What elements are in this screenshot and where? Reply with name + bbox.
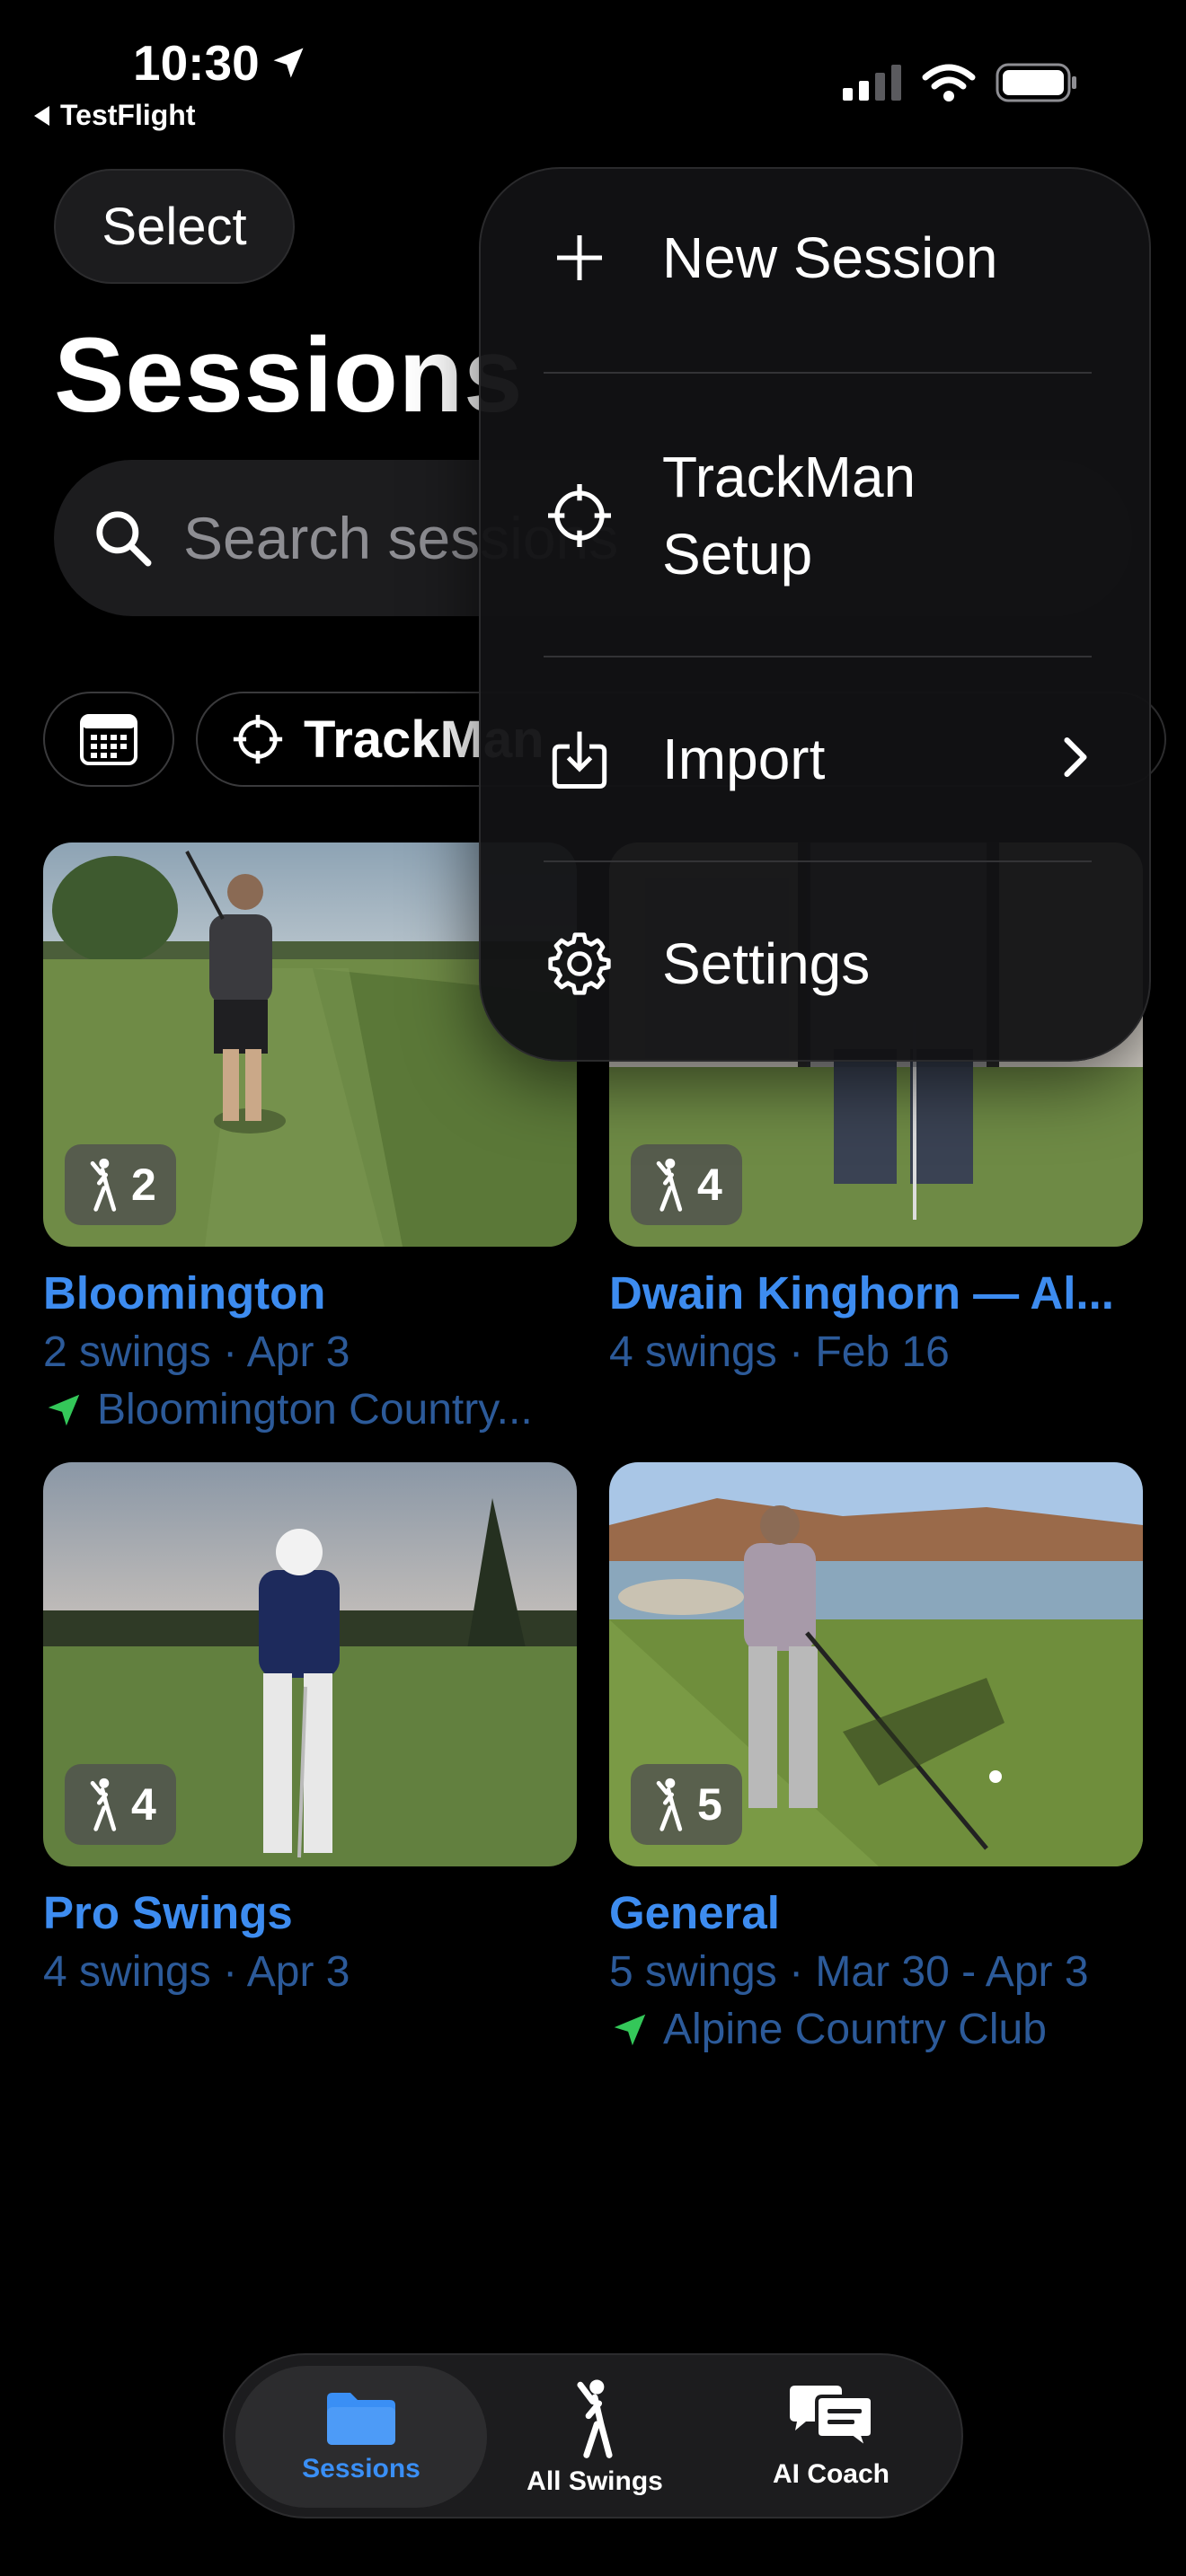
tab-sessions[interactable]: Sessions (235, 2366, 487, 2508)
menu-item-settings[interactable]: Settings (544, 925, 1092, 1002)
location-arrow-icon (614, 2014, 646, 2045)
actions-menu: New Session TrackMan Setup Import Settin… (479, 167, 1151, 1062)
back-triangle-icon (34, 105, 49, 126)
session-title: Dwain Kinghorn — Al... (609, 1267, 1114, 1319)
status-time: 10:30 (133, 34, 308, 92)
menu-item-import[interactable]: Import (544, 720, 1092, 798)
menu-item-trackman-setup[interactable]: TrackMan Setup (544, 438, 1092, 593)
golfer-icon (656, 1158, 683, 1212)
tab-label: All Swings (527, 2466, 663, 2496)
swing-count-badge: 5 (631, 1764, 742, 1845)
cellular-signal-icon (843, 65, 901, 101)
back-to-testflight[interactable]: TestFlight (34, 99, 196, 132)
import-tray-icon (544, 727, 615, 791)
menu-item-label: Import (662, 727, 826, 791)
tab-label: AI Coach (772, 2459, 890, 2489)
plus-icon (544, 231, 615, 285)
location-arrow-icon (273, 48, 304, 78)
session-meta: 2 swings · Apr 3 (43, 1328, 350, 1376)
select-button[interactable]: Select (54, 169, 295, 284)
session-thumbnail: 4 (43, 1462, 577, 1866)
golfer-icon (90, 1158, 117, 1212)
back-app-label: TestFlight (60, 99, 196, 131)
session-title: General (609, 1887, 780, 1938)
location-arrow-icon (48, 1394, 80, 1425)
tab-bar: Sessions All Swings AI Coach (223, 2353, 963, 2519)
tab-ai-coach[interactable]: AI Coach (710, 2366, 952, 2508)
tab-all-swings[interactable]: All Swings (487, 2366, 703, 2508)
wifi-icon (922, 64, 976, 101)
search-icon (96, 511, 152, 567)
swing-count-badge: 4 (631, 1144, 742, 1225)
menu-item-label: Settings (662, 931, 871, 996)
session-thumbnail: 5 (609, 1462, 1143, 1866)
swing-count-badge: 2 (65, 1144, 176, 1225)
golfer-icon (577, 2379, 613, 2458)
session-title: Pro Swings (43, 1887, 293, 1938)
session-location: Alpine Country Club (609, 2005, 1047, 2054)
menu-item-label: New Session (662, 225, 998, 290)
session-title: Bloomington (43, 1267, 326, 1319)
crosshair-icon (233, 714, 283, 764)
menu-divider (544, 860, 1092, 862)
chat-bubbles-icon (790, 2386, 874, 2452)
menu-item-new-session[interactable]: New Session (544, 219, 1092, 296)
calendar-filter-chip[interactable] (43, 692, 174, 787)
session-card[interactable]: 5 General 5 swings · Mar 30 - Apr 3 Alpi… (609, 1462, 1143, 2055)
session-location-label: Alpine Country Club (663, 2006, 1047, 2053)
swing-count: 2 (131, 1160, 156, 1210)
crosshair-icon (544, 480, 615, 551)
swing-count: 4 (131, 1779, 156, 1830)
folder-icon (327, 2393, 395, 2445)
chevron-right-icon (1059, 734, 1092, 785)
swing-count: 5 (697, 1779, 722, 1830)
calendar-icon (80, 714, 137, 765)
menu-divider (544, 372, 1092, 374)
gear-icon (544, 930, 615, 998)
session-card[interactable]: 4 Pro Swings 4 swings · Apr 3 (43, 1462, 577, 2001)
status-indicators (843, 63, 1078, 102)
session-meta: 4 swings · Apr 3 (43, 1948, 350, 1996)
session-meta: 4 swings · Feb 16 (609, 1328, 950, 1376)
page-title: Sessions (54, 316, 524, 435)
golfer-icon (656, 1778, 683, 1831)
golfer-icon (90, 1778, 117, 1831)
session-meta: 5 swings · Mar 30 - Apr 3 (609, 1948, 1089, 1996)
menu-item-label: TrackMan Setup (662, 445, 916, 587)
tab-label: Sessions (302, 2454, 420, 2483)
session-location: Bloomington Country... (43, 1385, 533, 1434)
session-location-label: Bloomington Country... (97, 1386, 533, 1434)
menu-divider (544, 656, 1092, 657)
swing-count-badge: 4 (65, 1764, 176, 1845)
battery-icon (996, 63, 1076, 102)
swing-count: 4 (697, 1160, 722, 1210)
status-time-label: 10:30 (133, 35, 260, 91)
